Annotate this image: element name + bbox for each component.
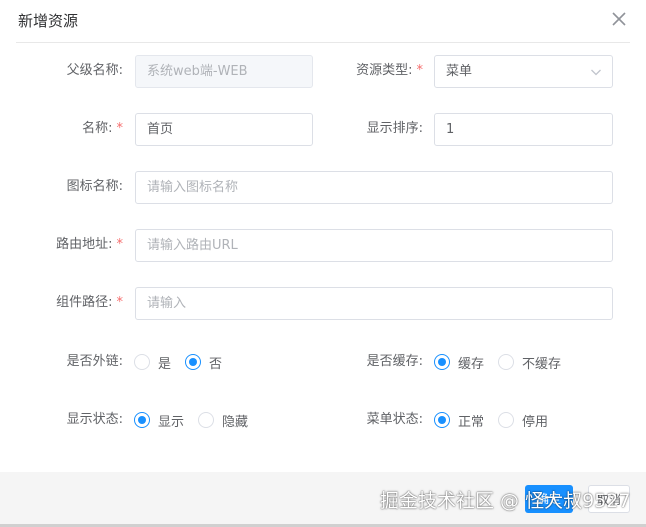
icon-name-label: 图标名称:	[66, 179, 123, 194]
radio-external-yes[interactable]: 是	[134, 353, 171, 372]
radio-circle	[498, 412, 515, 428]
icon-name-input[interactable]: 请输入图标名称	[135, 171, 613, 204]
sort-label: 显示排序:	[366, 121, 423, 136]
radio-visible-hide[interactable]: 隐藏	[198, 411, 248, 430]
radio-label: 显示	[158, 414, 185, 430]
radio-cache-yes[interactable]: 缓存	[434, 353, 484, 372]
radio-status-normal[interactable]: 正常	[434, 411, 484, 430]
radio-circle-checked	[434, 412, 450, 428]
parent-name-label: 父级名称:	[66, 63, 123, 78]
route-label: 路由地址: *	[56, 237, 124, 252]
radio-label: 否	[209, 356, 223, 372]
radio-label: 隐藏	[222, 414, 249, 430]
radio-label: 停用	[522, 414, 549, 430]
visible-label: 显示状态:	[66, 412, 123, 427]
radio-label: 缓存	[458, 356, 485, 372]
dialog-title: 新增资源	[18, 12, 79, 30]
component-label: 组件路径: *	[56, 295, 124, 310]
parent-name-input[interactable]: 系统web端-WEB	[135, 55, 313, 88]
required-mark: *	[116, 121, 124, 136]
cache-label: 是否缓存:	[366, 354, 423, 369]
confirm-button[interactable]: 确定	[525, 485, 573, 513]
required-mark: *	[116, 237, 124, 252]
radio-circle	[134, 354, 150, 370]
required-mark: *	[416, 63, 424, 78]
radio-external-no[interactable]: 否	[185, 353, 222, 372]
radio-label: 不缓存	[522, 356, 562, 372]
radio-circle-checked	[434, 354, 450, 370]
chevron-down-icon	[591, 69, 601, 76]
required-mark: *	[116, 295, 124, 310]
menu-status-label: 菜单状态:	[366, 412, 423, 427]
route-input[interactable]: 请输入路由URL	[135, 229, 613, 262]
radio-circle	[198, 412, 215, 428]
radio-status-disabled[interactable]: 停用	[498, 411, 548, 430]
visible-radio-group: 显示 隐藏	[134, 404, 262, 436]
cache-radio-group: 缓存 不缓存	[434, 346, 575, 378]
resource-type-value: 菜单	[446, 64, 473, 79]
radio-visible-show[interactable]: 显示	[134, 411, 184, 430]
resource-type-label: 资源类型: *	[356, 63, 424, 78]
radio-circle-checked	[134, 412, 150, 428]
close-button[interactable]	[608, 8, 630, 30]
radio-cache-no[interactable]: 不缓存	[498, 353, 561, 372]
external-link-radio-group: 是 否	[134, 346, 236, 378]
sort-input[interactable]: 1	[434, 113, 613, 146]
radio-circle-checked	[185, 354, 202, 370]
dialog-header: 新增资源	[0, 0, 646, 40]
cancel-button[interactable]: 取消	[588, 485, 630, 513]
name-input[interactable]: 首页	[135, 113, 313, 146]
menu-status-radio-group: 正常 停用	[434, 404, 562, 436]
external-link-label: 是否外链:	[66, 354, 123, 369]
radio-circle	[498, 354, 515, 370]
resource-type-select[interactable]: 菜单	[434, 55, 613, 88]
radio-label: 正常	[458, 414, 485, 430]
close-icon	[612, 12, 626, 26]
radio-label: 是	[158, 356, 172, 372]
component-input[interactable]: 请输入	[135, 287, 613, 320]
name-label: 名称: *	[82, 121, 124, 136]
header-divider	[16, 42, 630, 43]
